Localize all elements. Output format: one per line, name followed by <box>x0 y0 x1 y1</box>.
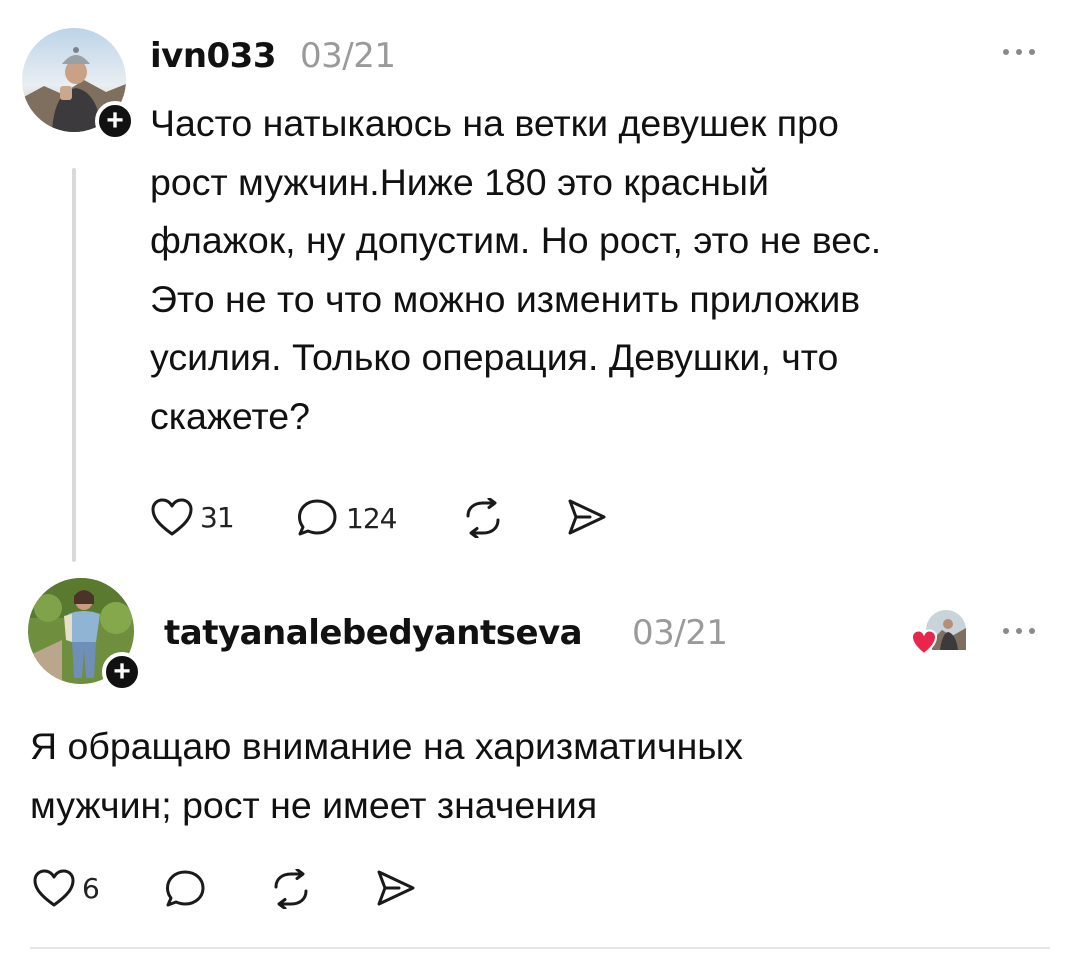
comment-button[interactable] <box>164 868 208 910</box>
share-icon <box>568 499 606 535</box>
comment-icon <box>298 499 337 536</box>
comment-count: 124 <box>346 501 397 535</box>
like-button[interactable]: 6 <box>32 868 100 908</box>
more-icon[interactable] <box>1003 49 1035 55</box>
post-text: Часто натыкаюсь на ветки девушек про рос… <box>150 102 882 437</box>
like-count: 31 <box>200 500 235 534</box>
share-button[interactable] <box>566 497 608 537</box>
repost-icon <box>466 498 500 538</box>
username[interactable]: tatyanalebedyantseva <box>164 613 583 653</box>
repost-button[interactable] <box>462 498 504 538</box>
more-icon[interactable] <box>1003 628 1035 634</box>
share-icon <box>377 870 415 906</box>
repost-button[interactable] <box>270 869 312 909</box>
share-button[interactable] <box>375 868 417 908</box>
post-date: 03/21 <box>300 36 396 76</box>
follow-plus-icon[interactable]: + <box>102 652 142 692</box>
thread-line <box>72 168 76 562</box>
comment-icon <box>166 870 205 907</box>
like-button[interactable]: 31 <box>150 497 235 537</box>
liked-by-author-heart-icon <box>910 608 968 658</box>
heart-icon <box>151 498 193 536</box>
post-date: 03/21 <box>632 613 728 653</box>
username[interactable]: ivn033 <box>150 36 277 76</box>
divider <box>30 947 1050 949</box>
like-count: 6 <box>82 871 100 905</box>
follow-plus-icon[interactable]: + <box>95 101 135 141</box>
comment-button[interactable]: 124 <box>296 497 397 539</box>
heart-icon <box>33 869 75 907</box>
post-text: Я обращаю внимание на харизматичных мужч… <box>30 725 743 826</box>
repost-icon <box>274 869 308 909</box>
